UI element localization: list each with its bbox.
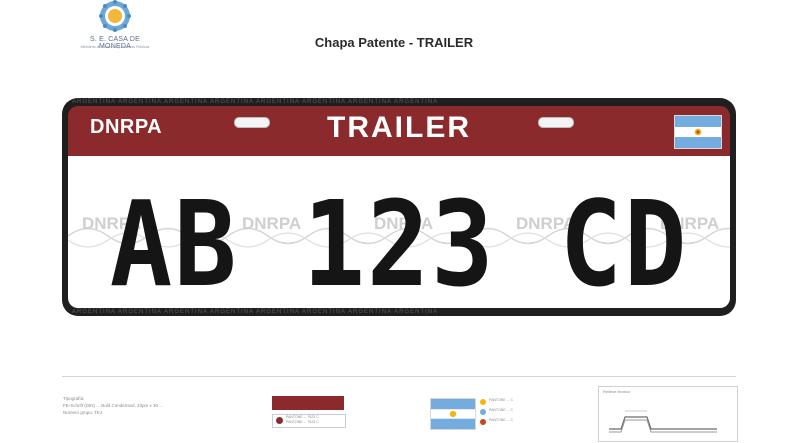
relief-profile-diagram	[609, 410, 717, 433]
color-spec-box: PANTONE ... 7623 C PANTONE ... 7623 C	[272, 414, 346, 428]
plate-top-band: DNRPA TRAILER	[68, 106, 730, 156]
red-color-swatch	[272, 396, 344, 410]
relief-spec-title: Relieve técnico	[603, 389, 631, 394]
color-label-2: PANTONE ... 7623 C	[286, 420, 319, 424]
flag-label-2: PANTONE ... C	[489, 408, 513, 412]
color-spec: PANTONE ... 7623 C PANTONE ... 7623 C	[272, 396, 346, 442]
footer-divider	[62, 376, 736, 377]
flag-label-3: PANTONE ... C	[489, 418, 513, 422]
plate-number-panel: DNRPA DNRPA DNRPA DNRPA DNRPA AB 123 CD	[68, 156, 730, 308]
argentina-flag-icon	[674, 115, 722, 149]
typography-line-1: Tipografía:	[63, 396, 85, 401]
typography-line-2: FE-Schrift (DIN) ... Bold Condensed, 33p…	[63, 403, 164, 408]
sun-seal-icon	[99, 0, 131, 32]
blue-dot-icon	[480, 409, 486, 415]
yellow-dot-icon	[480, 399, 486, 405]
flag-label-1: PANTONE ... C	[489, 398, 513, 402]
plate-border-text-top: ARGENTINA ARGENTINA ARGENTINA ARGENTINA …	[72, 99, 439, 105]
argentina-flag-small-icon	[430, 398, 476, 430]
plate-border-text-bottom: ARGENTINA ARGENTINA ARGENTINA ARGENTINA …	[72, 309, 439, 315]
typography-spec: Tipografía: FE-Schrift (DIN) ... Bold Co…	[63, 395, 203, 416]
document-title: Chapa Patente - TRAILER	[314, 35, 474, 50]
plate-number: AB 123 CD	[109, 175, 689, 308]
license-plate: ARGENTINA ARGENTINA ARGENTINA ARGENTINA …	[62, 98, 736, 316]
typography-line-3: Numero grupo. TEJ	[63, 410, 103, 415]
plate-category-label: TRAILER	[327, 111, 471, 144]
flag-color-spec: PANTONE ... C PANTONE ... C PANTONE ... …	[430, 398, 556, 430]
red-dot-icon	[276, 417, 283, 424]
brown-dot-icon	[480, 419, 486, 425]
relief-spec: Relieve técnico	[598, 386, 738, 442]
